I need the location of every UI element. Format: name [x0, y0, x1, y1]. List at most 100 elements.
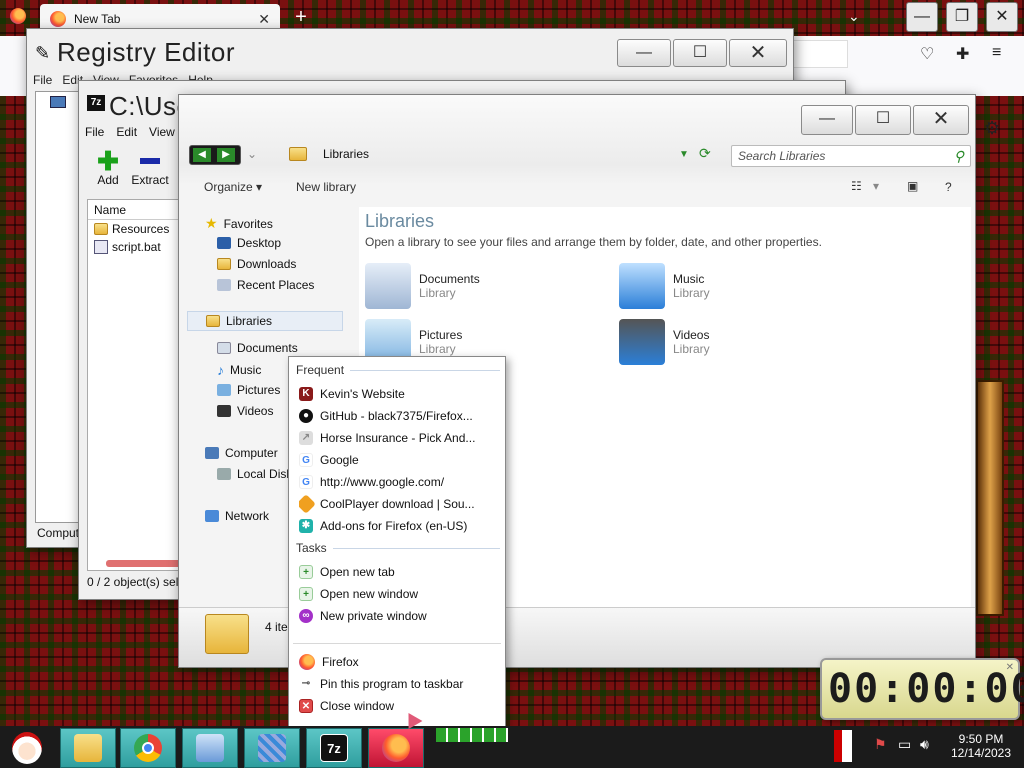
jump-item-frequent[interactable]: ✱ Add-ons for Firefox (en-US) [299, 516, 499, 536]
nav-libraries[interactable]: Libraries [187, 311, 343, 331]
nav-downloads[interactable]: Downloads [217, 257, 296, 271]
taskbar-preview-strip [436, 728, 508, 742]
registry-maximize-button[interactable]: ☐ [673, 39, 727, 67]
taskbar-clock[interactable]: 9:50 PM 12/14/2023 [944, 732, 1018, 760]
registry-menu-file[interactable]: File [33, 73, 52, 91]
nav-favorites[interactable]: ★ Favorites [205, 215, 273, 232]
new-tab-button[interactable]: + [290, 6, 312, 28]
nav-local-disk[interactable]: Local Disk [217, 467, 292, 481]
jump-item-frequent[interactable]: K Kevin's Website [299, 384, 499, 404]
jump-label: Firefox [322, 655, 359, 669]
address-bar[interactable]: Libraries [289, 147, 369, 161]
jump-item-frequent[interactable]: CoolPlayer download | Sou... [299, 494, 499, 514]
sevenzip-menu-edit[interactable]: Edit [116, 125, 137, 139]
taskbar-chrome[interactable] [120, 728, 176, 768]
explorer-minimize-button[interactable]: — [801, 105, 853, 135]
taskbar-explorer[interactable] [60, 728, 116, 768]
taskbar-firefox[interactable] [368, 728, 424, 768]
list-item[interactable]: Resources [88, 220, 186, 238]
change-view-icon[interactable]: ☷ [851, 179, 862, 193]
forward-arrow-icon[interactable]: ▶ [217, 148, 235, 162]
jump-label: New private window [320, 609, 427, 623]
jump-app-firefox[interactable]: Firefox [299, 652, 499, 672]
tab-close-icon[interactable]: ✕ [258, 11, 270, 28]
view-options-chevron-icon[interactable]: ▾ [873, 179, 879, 193]
jump-task-private-window[interactable]: ∞ New private window [299, 606, 499, 626]
registry-minimize-button[interactable]: — [617, 39, 671, 67]
refresh-icon[interactable]: ⟳ [699, 145, 711, 162]
taskbar-control-panel[interactable] [182, 728, 238, 768]
sevenzip-file-list[interactable]: Name Resources script.bat [87, 199, 187, 571]
back-forward-buttons[interactable]: ◀ ▶ [189, 145, 241, 165]
jump-task-new-tab[interactable]: + Open new tab [299, 562, 499, 582]
plus-icon: + [299, 587, 313, 601]
nav-videos[interactable]: Videos [217, 404, 273, 418]
organize-button[interactable]: Organize ▾ [204, 180, 262, 194]
computer-icon [205, 447, 219, 459]
nav-pictures[interactable]: Pictures [217, 383, 280, 397]
new-library-button[interactable]: New library [296, 180, 356, 194]
nav-label: Music [230, 363, 262, 377]
nav-label: Network [225, 509, 270, 523]
firefox-url-bar-end[interactable] [792, 40, 848, 68]
libraries-folder-icon [289, 147, 307, 161]
nav-desktop[interactable]: Desktop [217, 236, 281, 250]
jump-pin-to-taskbar[interactable]: ⊸ Pin this program to taskbar [299, 674, 499, 694]
explorer-maximize-button[interactable]: ☐ [855, 105, 911, 135]
tray-flag-icon[interactable] [834, 730, 852, 762]
nav-documents[interactable]: Documents [217, 341, 298, 355]
network-tray-icon[interactable]: ▭ [898, 736, 911, 753]
firefox-restore-button[interactable]: ❐ [946, 2, 978, 32]
firefox-minimize-button[interactable]: — [906, 2, 938, 32]
sevenzip-menu-file[interactable]: File [85, 125, 104, 139]
nav-computer[interactable]: Computer [205, 446, 278, 460]
list-item[interactable]: script.bat [88, 238, 186, 256]
frequent-header: Frequent [296, 363, 500, 377]
firefox-close-button[interactable]: ✕ [986, 2, 1018, 32]
jump-close-window[interactable]: ✕ Close window [299, 696, 499, 716]
jump-item-frequent[interactable]: Ghttp://www.google.com/ [299, 472, 499, 492]
jump-item-frequent[interactable]: G Google [299, 450, 499, 470]
pocket-icon[interactable]: ♡ [920, 44, 934, 64]
jump-item-frequent[interactable]: ● GitHub - black7375/Firefox... [299, 406, 499, 426]
settings-gear-icon[interactable]: ⚙ [984, 118, 1000, 139]
address-dropdown-icon[interactable]: ▼ [679, 149, 689, 160]
nav-recent-places[interactable]: Recent Places [217, 278, 314, 292]
batch-file-icon [94, 240, 108, 254]
library-music[interactable]: Music Library [619, 263, 710, 309]
back-arrow-icon[interactable]: ◀ [193, 148, 211, 162]
timer-close-icon[interactable]: ✕ [1006, 662, 1014, 673]
library-documents[interactable]: Documents Library [365, 263, 480, 309]
registry-close-button[interactable]: ✕ [729, 39, 787, 67]
column-header-name[interactable]: Name [88, 200, 186, 220]
sourceforge-icon [299, 494, 316, 514]
recent-pages-chevron-icon[interactable]: ⌄ [247, 147, 257, 161]
search-icon[interactable]: ⚲ [954, 148, 964, 165]
content-subtitle: Open a library to see your files and arr… [365, 235, 822, 249]
taskbar-7zip[interactable]: 7z [306, 728, 362, 768]
horizontal-scrollbar[interactable] [106, 560, 186, 567]
search-input[interactable]: Search Libraries ⚲ [731, 145, 971, 167]
taskbar-registry-editor[interactable] [244, 728, 300, 768]
action-center-icon[interactable]: ⚑ [874, 736, 887, 753]
list-all-tabs-icon[interactable]: ⌄ [848, 8, 860, 25]
jump-task-new-window[interactable]: + Open new window [299, 584, 499, 604]
menu-icon[interactable]: ≡ [992, 44, 1001, 62]
folder-icon [94, 223, 108, 235]
registry-title: Registry Editor [57, 37, 235, 67]
sevenzip-menu-view[interactable]: View [149, 125, 175, 139]
nav-label: Favorites [223, 216, 273, 231]
preview-pane-icon[interactable]: ▣ [907, 179, 918, 193]
help-button[interactable]: ? [945, 180, 952, 194]
extract-button[interactable]: Extract [125, 149, 175, 187]
start-button[interactable] [2, 728, 52, 768]
library-videos[interactable]: Videos Library [619, 319, 710, 365]
extensions-icon[interactable]: ✚ [956, 44, 969, 64]
jump-item-frequent[interactable]: ↗ Horse Insurance - Pick And... [299, 428, 499, 448]
nav-music[interactable]: ♪ Music [217, 362, 261, 378]
firefox-menu-logo[interactable] [10, 8, 26, 27]
volume-icon[interactable]: 🔊︎ [920, 736, 929, 753]
explorer-close-button[interactable]: ✕ [913, 105, 969, 135]
nav-network[interactable]: Network [205, 509, 269, 523]
music-icon: ♪ [217, 362, 224, 378]
